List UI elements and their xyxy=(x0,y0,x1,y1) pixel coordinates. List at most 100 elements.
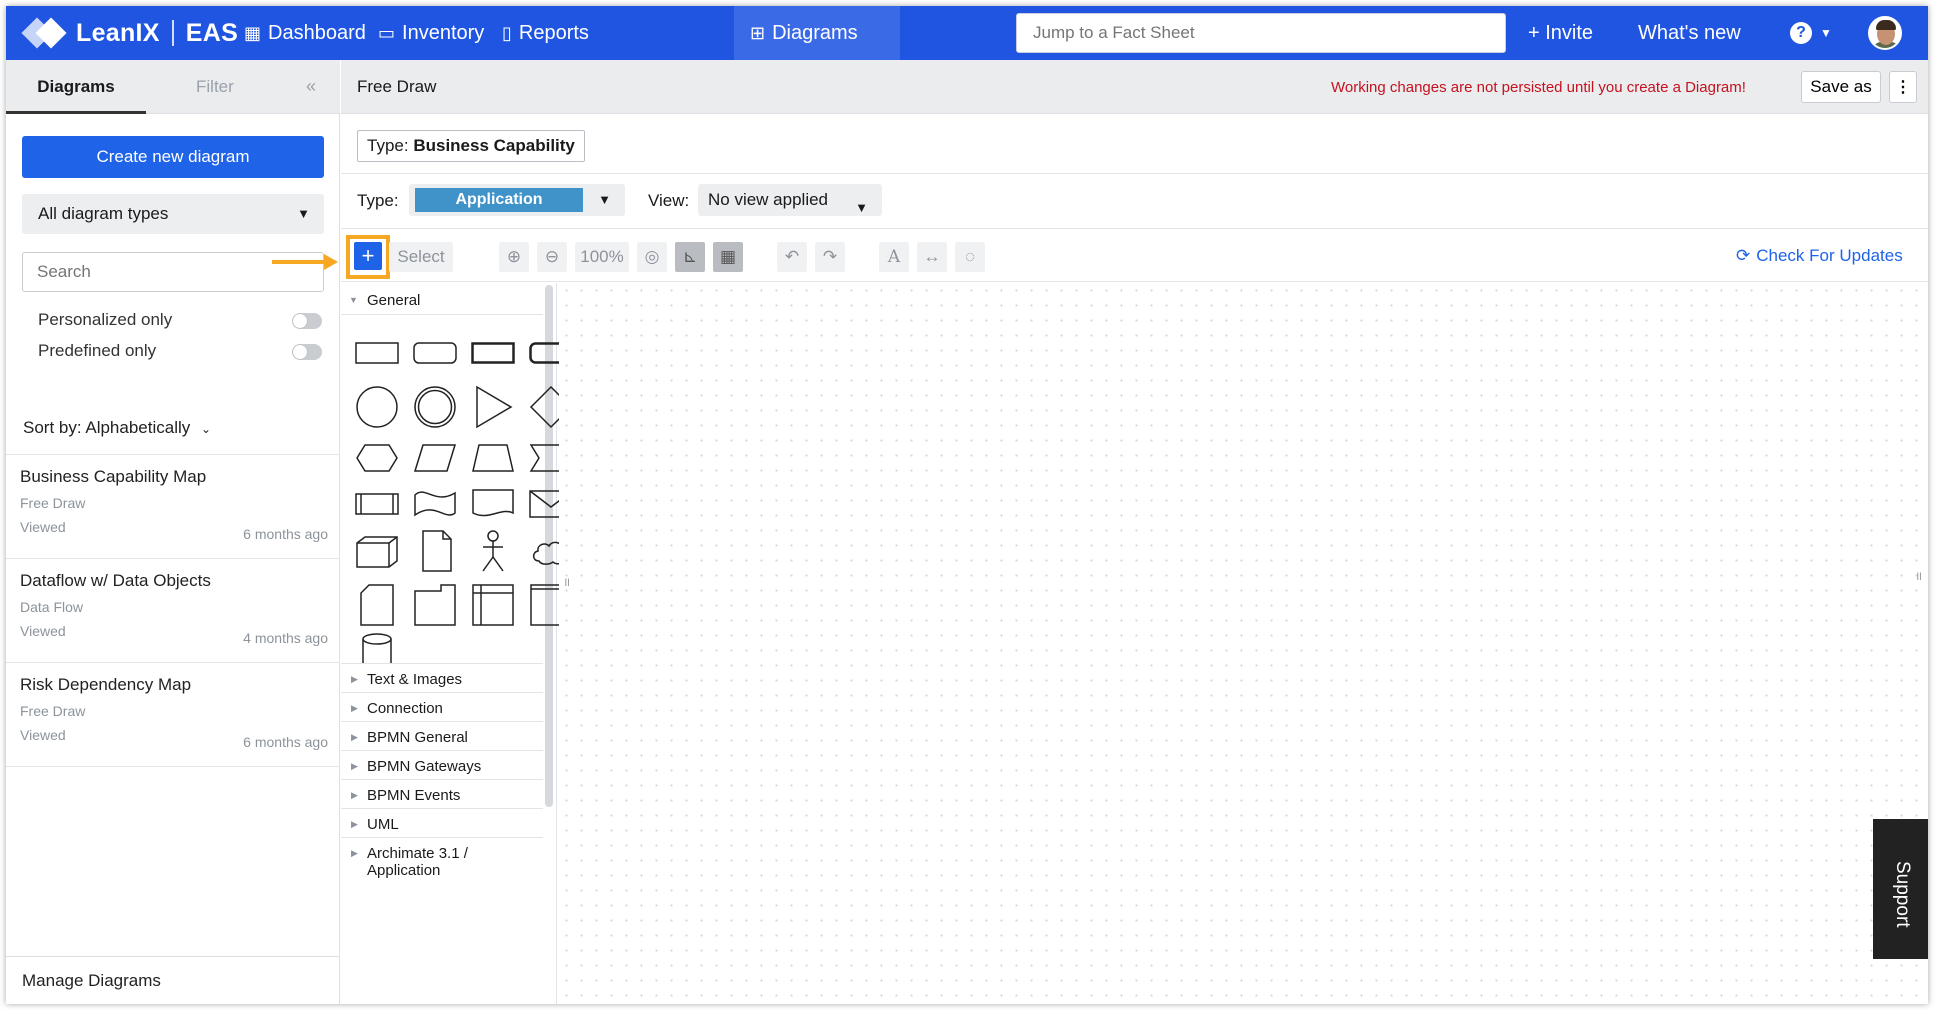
diagram-types-dropdown[interactable]: All diagram types ▼ xyxy=(22,194,324,234)
tab-filter[interactable]: Filter xyxy=(196,60,234,114)
help-menu[interactable]: ? ▼ xyxy=(1790,22,1832,44)
create-diagram-button[interactable]: Create new diagram xyxy=(22,136,324,178)
sort-dropdown[interactable]: Sort by: Alphabetically ⌄ xyxy=(23,418,211,438)
palette-category-connection[interactable]: ▶ Connection xyxy=(341,692,543,722)
diagram-viewed-ago: 6 months ago xyxy=(243,734,328,750)
app-window: LeanIX EAS ▦ Dashboard ▭ Inventory ▯ Rep… xyxy=(6,6,1928,1004)
circle-shape-icon[interactable] xyxy=(355,385,399,429)
logo[interactable]: LeanIX EAS xyxy=(21,16,238,50)
list-item[interactable]: Dataflow w/ Data Objects Data Flow Viewe… xyxy=(6,559,340,663)
panel-resize-handle[interactable]: ॥ xyxy=(1915,567,1922,584)
whats-new-link[interactable]: What's new xyxy=(1638,6,1741,60)
note-shape-icon[interactable] xyxy=(413,529,457,573)
palette-category-text-images[interactable]: ▶ Text & Images xyxy=(341,663,543,693)
nav-dashboard[interactable]: ▦ Dashboard xyxy=(228,6,382,60)
inventory-icon: ▭ xyxy=(378,22,396,43)
nav-inventory-label: Inventory xyxy=(402,21,485,44)
divider xyxy=(341,173,1928,174)
actor-shape-icon[interactable] xyxy=(471,529,515,573)
palette-category-bpmn-events[interactable]: ▶ BPMN Events xyxy=(341,779,543,809)
rounded-rectangle-shape-icon[interactable] xyxy=(413,341,457,365)
fit-center-icon[interactable]: ◎ xyxy=(637,242,667,272)
connector-style-icon[interactable]: ↔ xyxy=(917,242,947,272)
zoom-out-icon[interactable]: ⊖ xyxy=(537,242,567,272)
select-button[interactable]: Select xyxy=(389,242,453,272)
card-shape-icon[interactable] xyxy=(355,583,399,627)
nav-diagrams[interactable]: ⊞ Diagrams xyxy=(734,6,900,60)
tab-diagrams[interactable]: Diagrams xyxy=(6,60,146,114)
fact-sheet-search-input[interactable] xyxy=(1016,13,1506,53)
view-value: No view applied xyxy=(708,190,829,209)
personalized-switch[interactable] xyxy=(292,313,322,329)
chevron-down-icon: ⌄ xyxy=(201,422,212,436)
undo-icon[interactable]: ↶ xyxy=(777,242,807,272)
check-updates-link[interactable]: ⟳ Check For Updates xyxy=(1736,246,1903,266)
logo-divider xyxy=(171,20,174,46)
palette-category-uml[interactable]: ▶ UML xyxy=(341,808,543,838)
factsheet-type-select[interactable]: Application ▼ xyxy=(409,184,625,216)
invite-button[interactable]: + Invite xyxy=(1528,6,1593,60)
support-label: Support xyxy=(1892,861,1913,928)
predefined-switch[interactable] xyxy=(292,344,322,360)
refresh-icon: ⟳ xyxy=(1736,246,1751,265)
palette-category-bpmn-general[interactable]: ▶ BPMN General xyxy=(341,721,543,751)
grid-toggle-icon[interactable]: ▦ xyxy=(713,242,743,272)
more-options-icon[interactable]: ⋮ xyxy=(1889,71,1917,103)
avatar[interactable] xyxy=(1868,16,1902,50)
cube-shape-icon[interactable] xyxy=(355,535,399,569)
document-shape-icon[interactable] xyxy=(471,487,515,521)
ruler-icon[interactable]: ⊾ xyxy=(675,242,705,272)
palette-category-label: UML xyxy=(367,816,399,833)
help-icon: ? xyxy=(1790,22,1812,44)
editor-toolbar: + Select ⊕ ⊖ 100% ◎ ⊾ ▦ ↶ ↷ A ↔ ◌ ⟳ Chec… xyxy=(272,232,1928,282)
add-shape-button[interactable]: + xyxy=(354,242,382,270)
process-shape-icon[interactable] xyxy=(355,489,399,519)
diagram-search-input[interactable] xyxy=(22,252,324,292)
list-item[interactable]: Business Capability Map Free Draw Viewed… xyxy=(6,455,340,559)
drawing-canvas[interactable]: ॥ ॥ xyxy=(559,283,1928,1004)
internal-storage-shape-icon[interactable] xyxy=(471,583,515,627)
palette-category-bpmn-gateways[interactable]: ▶ BPMN Gateways xyxy=(341,750,543,780)
chevron-down-icon: ▼ xyxy=(1820,26,1832,40)
text-format-icon[interactable]: A xyxy=(879,242,909,272)
editor-header: Free Draw Working changes are not persis… xyxy=(341,60,1928,114)
thick-rectangle-shape-icon[interactable] xyxy=(471,341,515,365)
nav-diagrams-label: Diagrams xyxy=(772,21,858,44)
list-item[interactable]: Risk Dependency Map Free Draw Viewed 6 m… xyxy=(6,663,340,767)
double-circle-shape-icon[interactable] xyxy=(413,385,457,429)
manage-diagrams-link[interactable]: Manage Diagrams xyxy=(6,956,340,1004)
diagrams-sidebar: Diagrams Filter « Create new diagram All… xyxy=(6,60,340,1004)
palette-resize-handle[interactable]: ॥ xyxy=(563,573,570,590)
palette-category-archimate[interactable]: ▶ Archimate 3.1 / Application xyxy=(341,837,543,879)
nav-reports[interactable]: ▯ Reports xyxy=(486,6,605,60)
bar-chart-icon: ▯ xyxy=(502,22,512,43)
sidebar-tabs: Diagrams Filter « xyxy=(6,60,340,114)
sort-label: Sort by: Alphabetically xyxy=(23,418,191,437)
support-tab[interactable]: Support xyxy=(1873,819,1928,959)
triangle-shape-icon[interactable] xyxy=(471,385,515,429)
tape-shape-icon[interactable] xyxy=(413,487,457,521)
caret-right-icon: ▶ xyxy=(351,848,358,858)
parallelogram-shape-icon[interactable] xyxy=(413,443,457,473)
zoom-level[interactable]: 100% xyxy=(575,242,629,272)
zoom-in-icon[interactable]: ⊕ xyxy=(499,242,529,272)
chevron-down-icon: ▼ xyxy=(297,206,310,221)
view-select[interactable]: No view applied ▼ xyxy=(698,184,882,216)
check-updates-label: Check For Updates xyxy=(1756,246,1903,265)
save-as-button[interactable]: Save as xyxy=(1801,71,1881,103)
nav-inventory[interactable]: ▭ Inventory xyxy=(362,6,500,60)
rectangle-shape-icon[interactable] xyxy=(355,341,399,365)
trapezoid-shape-icon[interactable] xyxy=(471,443,515,473)
folder-shape-icon[interactable] xyxy=(413,583,457,627)
diagram-type: Free Draw xyxy=(20,495,86,511)
type-label: Type: xyxy=(357,191,399,210)
palette-category-general[interactable]: ▼ General xyxy=(341,283,543,315)
personalized-label: Personalized only xyxy=(38,310,173,329)
callout-arrow xyxy=(272,260,326,264)
collapse-sidebar-icon[interactable]: « xyxy=(306,76,316,97)
fill-color-icon[interactable]: ◌ xyxy=(955,242,985,272)
redo-icon[interactable]: ↷ xyxy=(815,242,845,272)
brand-name: LeanIX xyxy=(76,18,160,47)
predefined-label: Predefined only xyxy=(38,341,157,360)
hexagon-shape-icon[interactable] xyxy=(355,443,399,473)
